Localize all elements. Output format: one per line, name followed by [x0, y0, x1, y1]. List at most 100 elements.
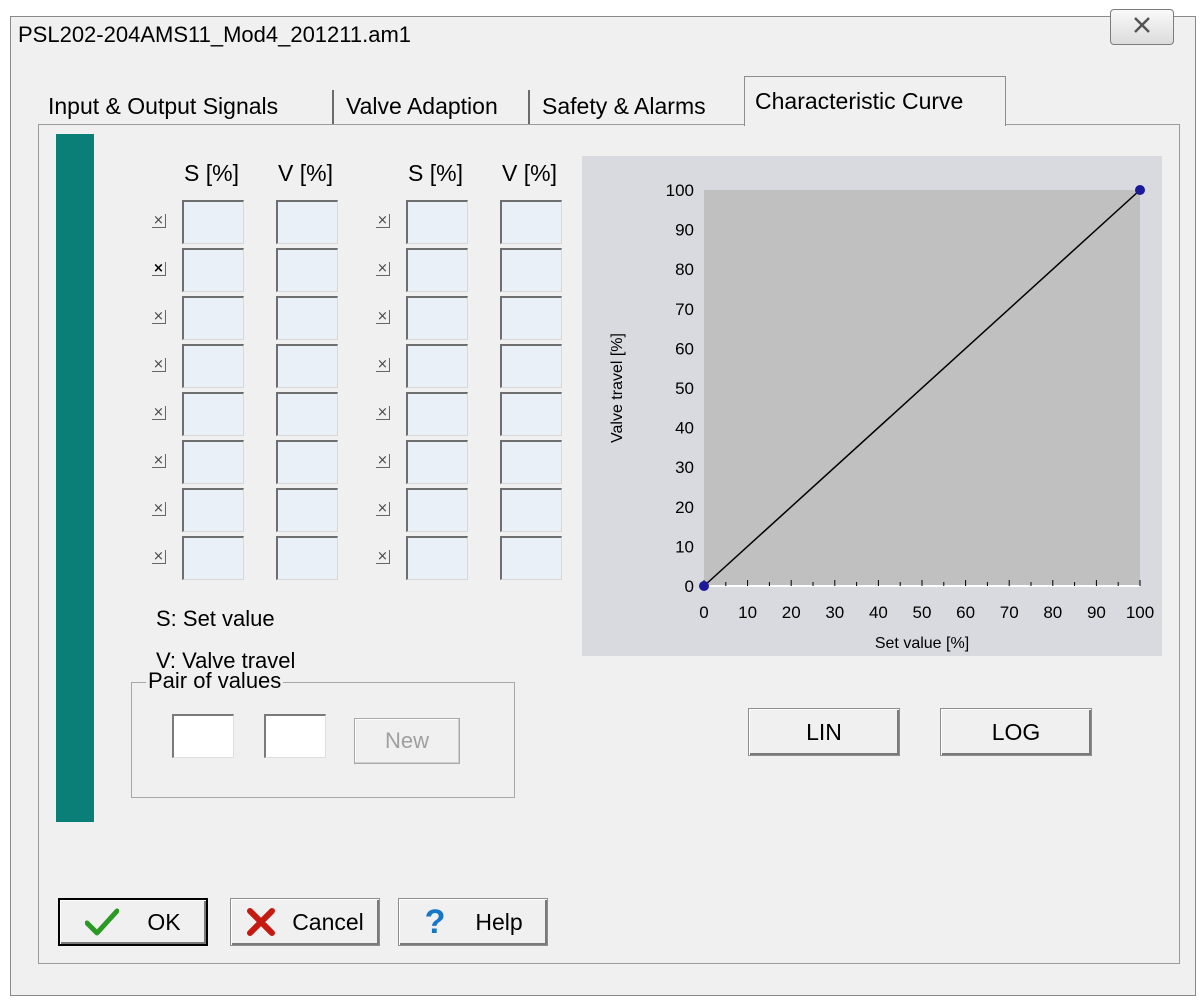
help-label: Help	[475, 908, 523, 935]
tab-valve-adaption[interactable]: Valve Adaption	[346, 86, 498, 126]
valve-travel-cell[interactable]	[500, 296, 562, 340]
valve-travel-cell[interactable]	[276, 440, 338, 484]
set-value-cell[interactable]	[182, 488, 244, 532]
set-value-cell[interactable]	[182, 200, 244, 244]
cancel-button[interactable]: Cancel	[230, 898, 380, 946]
valve-travel-cell[interactable]	[500, 248, 562, 292]
y-tick-label: 90	[675, 221, 694, 240]
delete-row-icon[interactable]: ×	[376, 310, 390, 324]
accent-bar	[56, 134, 94, 822]
delete-row-icon[interactable]: ×	[376, 358, 390, 372]
valve-travel-cell[interactable]	[276, 200, 338, 244]
delete-row-icon[interactable]: ×	[152, 406, 166, 420]
close-button[interactable]	[1110, 9, 1174, 45]
valve-travel-cell[interactable]	[276, 488, 338, 532]
tab-separator	[332, 90, 334, 124]
chart-svg: 0 10 20 30 40 50 60 70 80 90 100 0 10 20 30 40 50 60 70 80 9…	[609, 181, 1154, 652]
curve-point	[1135, 185, 1145, 195]
pair-set-value-input[interactable]	[172, 714, 234, 758]
delete-row-icon[interactable]: ×	[376, 262, 390, 276]
delete-row-icon[interactable]: ×	[152, 262, 166, 276]
tab-characteristic-curve[interactable]: Characteristic Curve	[744, 76, 1006, 126]
y-tick-label: 60	[675, 339, 694, 358]
x-tick-label: 20	[782, 603, 801, 622]
tab-separator	[528, 90, 530, 124]
tab-label: Input & Output Signals	[48, 92, 279, 119]
delete-row-icon[interactable]: ×	[376, 406, 390, 420]
valve-travel-cell[interactable]	[276, 248, 338, 292]
help-button[interactable]: ? Help	[398, 898, 548, 946]
tab-label: Characteristic Curve	[755, 88, 964, 114]
set-value-cell[interactable]	[406, 200, 468, 244]
column-header-v: V [%]	[502, 160, 557, 186]
tab-label: Valve Adaption	[346, 92, 498, 119]
valve-travel-cell[interactable]	[500, 488, 562, 532]
set-value-cell[interactable]	[406, 296, 468, 340]
valve-travel-cell[interactable]	[500, 536, 562, 580]
y-axis-label: Valve travel [%]	[609, 333, 626, 443]
set-value-cell[interactable]	[406, 536, 468, 580]
delete-row-icon[interactable]: ×	[376, 550, 390, 564]
curve-point	[699, 581, 709, 591]
close-icon	[1132, 16, 1152, 39]
x-tick-label: 30	[825, 603, 844, 622]
valve-travel-cell[interactable]	[500, 392, 562, 436]
ok-label: OK	[147, 908, 181, 935]
set-value-cell[interactable]	[182, 248, 244, 292]
delete-row-icon[interactable]: ×	[152, 502, 166, 516]
x-tick-label: 70	[1000, 603, 1019, 622]
ok-button[interactable]: OK	[58, 898, 208, 946]
x-tick-label: 10	[738, 603, 757, 622]
question-icon: ?	[423, 905, 447, 939]
set-value-cell[interactable]	[406, 440, 468, 484]
valve-travel-cell[interactable]	[500, 200, 562, 244]
y-tick-label: 30	[675, 458, 694, 477]
delete-row-icon[interactable]: ×	[376, 214, 390, 228]
delete-row-icon[interactable]: ×	[376, 502, 390, 516]
column-header-s: S [%]	[408, 160, 463, 186]
y-tick-label: 0	[685, 577, 694, 596]
set-value-cell[interactable]	[406, 488, 468, 532]
valve-travel-cell[interactable]	[500, 440, 562, 484]
x-tick-label: 50	[913, 603, 932, 622]
set-value-cell[interactable]	[182, 536, 244, 580]
lin-button[interactable]: LIN	[748, 708, 900, 756]
set-value-cell[interactable]	[182, 344, 244, 388]
delete-row-icon[interactable]: ×	[152, 550, 166, 564]
x-tick-label: 40	[869, 603, 888, 622]
valve-travel-cell[interactable]	[500, 344, 562, 388]
x-tick-label: 100	[1126, 603, 1154, 622]
new-button[interactable]: New	[354, 718, 460, 764]
y-tick-label: 10	[675, 537, 694, 556]
tab-input-output-signals[interactable]: Input & Output Signals	[48, 86, 278, 126]
window-title: PSL202-204AMS11_Mod4_201211.am1	[18, 22, 412, 47]
svg-text:?: ?	[425, 905, 446, 939]
y-tick-label: 80	[675, 260, 694, 279]
set-value-cell[interactable]	[406, 392, 468, 436]
set-value-cell[interactable]	[406, 248, 468, 292]
valve-travel-cell[interactable]	[276, 536, 338, 580]
set-value-cell[interactable]	[182, 392, 244, 436]
y-tick-label: 40	[675, 419, 694, 438]
cancel-label: Cancel	[292, 908, 364, 935]
tab-safety-alarms[interactable]: Safety & Alarms	[542, 86, 706, 126]
column-header-v: V [%]	[278, 160, 333, 186]
y-tick-label: 70	[675, 300, 694, 319]
valve-travel-cell[interactable]	[276, 392, 338, 436]
delete-row-icon[interactable]: ×	[152, 358, 166, 372]
log-button[interactable]: LOG	[940, 708, 1092, 756]
valve-travel-cell[interactable]	[276, 296, 338, 340]
delete-row-icon[interactable]: ×	[152, 454, 166, 468]
delete-row-icon[interactable]: ×	[152, 214, 166, 228]
pair-of-values-title: Pair of values	[146, 668, 284, 694]
delete-row-icon[interactable]: ×	[152, 310, 166, 324]
legend-set-value: S: Set value	[156, 606, 275, 631]
delete-row-icon[interactable]: ×	[376, 454, 390, 468]
set-value-cell[interactable]	[182, 440, 244, 484]
pair-valve-travel-input[interactable]	[264, 714, 326, 758]
valve-travel-cell[interactable]	[276, 344, 338, 388]
cross-icon	[246, 907, 276, 937]
set-value-cell[interactable]	[406, 344, 468, 388]
set-value-cell[interactable]	[182, 296, 244, 340]
y-tick-label: 100	[666, 181, 694, 200]
